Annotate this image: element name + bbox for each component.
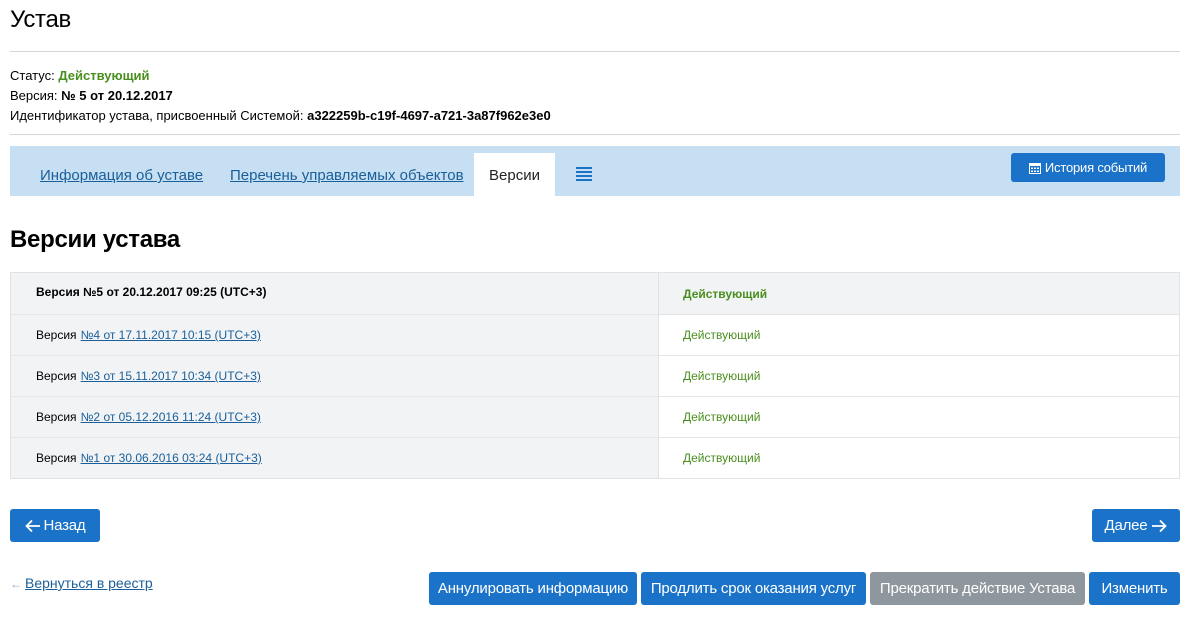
version-link[interactable]: №4 от 17.11.2017 10:15 (UTC+3): [81, 328, 261, 342]
tab-bar: Информация об уставе Перечень управляемы…: [10, 146, 1180, 196]
version-link[interactable]: №3 от 15.11.2017 10:34 (UTC+3): [81, 369, 261, 383]
extend-services-button[interactable]: Продлить срок оказания услуг: [641, 572, 866, 605]
back-button[interactable]: Назад: [10, 509, 100, 542]
return-to-registry-link[interactable]: ← Вернуться в реестр: [10, 575, 153, 591]
version-status: Действующий: [659, 273, 1179, 314]
menu-list-icon[interactable]: [576, 167, 592, 181]
identifier-label: Идентификатор устава, присвоенный Систем…: [10, 108, 304, 123]
edit-button[interactable]: Изменить: [1089, 572, 1180, 605]
tab-versions[interactable]: Версии: [474, 153, 555, 196]
arrow-left-icon: [24, 519, 40, 532]
version-prefix: Версия: [36, 410, 77, 424]
page-title: Устав: [10, 6, 71, 33]
version-prefix: Версия: [36, 328, 77, 342]
identifier-line: Идентификатор устава, присвоенный Систем…: [10, 106, 551, 126]
terminate-charter-button[interactable]: Прекратить действие Устава: [870, 572, 1085, 605]
table-row: Версия №4 от 17.11.2017 10:15 (UTC+3) Дей…: [11, 314, 1179, 355]
version-cell: Версия №5 от 20.12.2017 09:25 (UTC+3): [11, 273, 659, 314]
status-label: Статус:: [10, 68, 55, 83]
identifier-value: a322259b-c19f-4697-a721-3a87f962e3e0: [307, 108, 551, 123]
calendar-icon: [1028, 162, 1041, 174]
version-title: Версия №5 от 20.12.2017 09:25 (UTC+3): [36, 285, 267, 299]
status-line: Статус: Действующий: [10, 66, 551, 86]
version-cell: Версия №3 от 15.11.2017 10:34 (UTC+3): [11, 356, 659, 396]
version-status: Действующий: [683, 410, 761, 424]
table-row: Версия №3 от 15.11.2017 10:34 (UTC+3) Дей…: [11, 355, 1179, 396]
version-cell: Версия №4 от 17.11.2017 10:15 (UTC+3): [11, 315, 659, 355]
version-status: Действующий: [683, 451, 761, 465]
back-button-label: Назад: [43, 517, 86, 534]
versions-table: Версия №5 от 20.12.2017 09:25 (UTC+3) Де…: [10, 272, 1180, 479]
history-button[interactable]: История событий: [1011, 153, 1165, 182]
tab-charter-info[interactable]: Информация об уставе: [40, 167, 203, 184]
annul-button[interactable]: Аннулировать информацию: [429, 572, 637, 605]
version-prefix: Версия: [36, 369, 77, 383]
table-row: Версия №1 от 30.06.2016 03:24 (UTC+3) Дей…: [11, 437, 1179, 478]
version-line: Версия: № 5 от 20.12.2017: [10, 86, 551, 106]
history-button-label: История событий: [1044, 160, 1148, 175]
return-to-registry-label: Вернуться в реестр: [25, 575, 153, 591]
version-link[interactable]: №1 от 30.06.2016 03:24 (UTC+3): [81, 451, 262, 465]
version-value: № 5 от 20.12.2017: [61, 88, 173, 103]
charter-meta: Статус: Действующий Версия: № 5 от 20.12…: [10, 66, 551, 126]
table-row: Версия №5 от 20.12.2017 09:25 (UTC+3) Де…: [11, 273, 1179, 314]
section-title: Версии устава: [10, 226, 180, 253]
version-cell: Версия №1 от 30.06.2016 03:24 (UTC+3): [11, 438, 659, 478]
divider: [10, 51, 1180, 52]
version-prefix: Версия: [36, 451, 77, 465]
table-row: Версия №2 от 05.12.2016 11:24 (UTC+3) Дей…: [11, 396, 1179, 437]
arrow-right-icon: [1152, 519, 1168, 532]
next-button[interactable]: Далее: [1092, 509, 1180, 542]
tab-managed-objects[interactable]: Перечень управляемых объектов: [230, 167, 464, 184]
status-value: Действующий: [58, 68, 150, 83]
version-cell: Версия №2 от 05.12.2016 11:24 (UTC+3): [11, 397, 659, 437]
arrow-left-icon: ←: [10, 577, 22, 591]
version-link[interactable]: №2 от 05.12.2016 11:24 (UTC+3): [81, 410, 261, 424]
version-status: Действующий: [683, 369, 761, 383]
version-status: Действующий: [683, 328, 761, 342]
version-label: Версия:: [10, 88, 58, 103]
next-button-label: Далее: [1104, 517, 1148, 534]
divider: [10, 134, 1180, 135]
